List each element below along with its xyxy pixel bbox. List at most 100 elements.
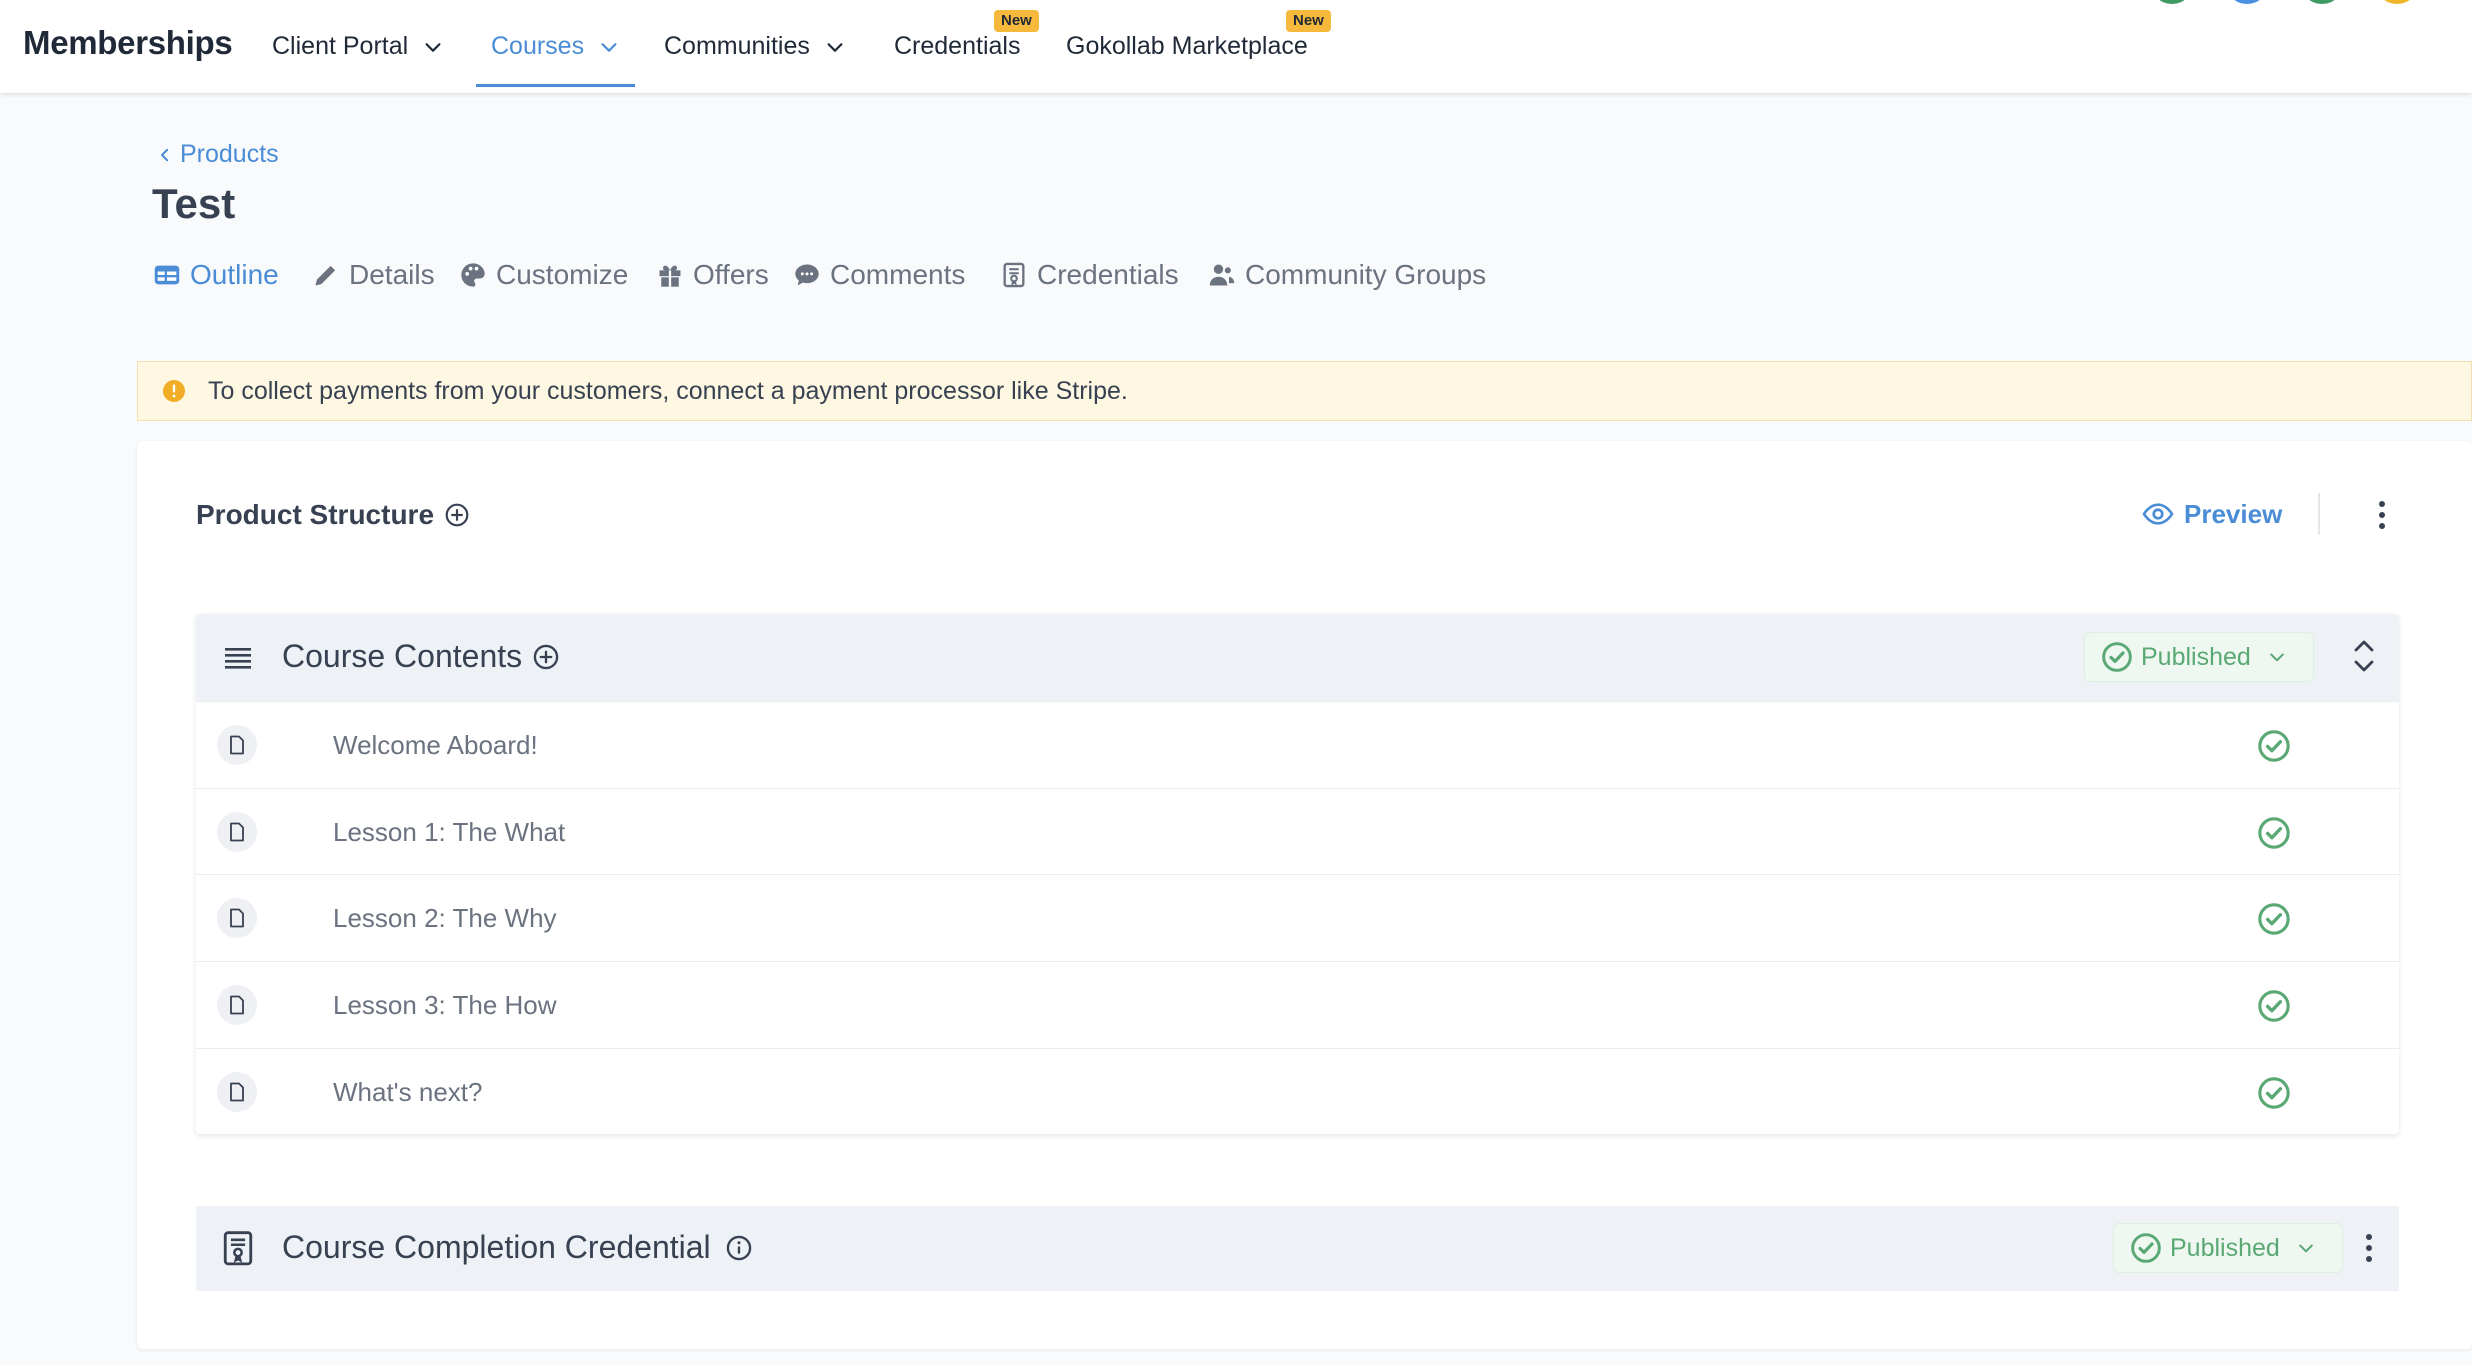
published-check-icon — [2258, 903, 2290, 935]
tab-details[interactable]: Details — [312, 255, 435, 295]
avatar[interactable] — [2225, 0, 2269, 4]
table-icon — [154, 265, 180, 285]
chevron-down-icon — [2269, 653, 2284, 662]
tab-customize[interactable]: Customize — [459, 255, 628, 295]
document-icon — [217, 812, 257, 852]
divider — [2318, 493, 2320, 535]
preview-label: Preview — [2184, 498, 2283, 529]
users-icon — [1209, 264, 1235, 286]
course-contents-header: Course Contents Published — [196, 614, 2399, 701]
status-label: Published — [2170, 1233, 2280, 1262]
lesson-row[interactable]: Welcome Aboard! — [196, 701, 2399, 788]
status-label: Published — [2141, 642, 2251, 671]
tab-label: Outline — [190, 259, 279, 290]
check-circle-icon — [2102, 642, 2132, 672]
back-label: Products — [180, 140, 279, 168]
kebab-menu-icon — [2379, 501, 2385, 529]
avatar[interactable] — [2300, 0, 2344, 4]
chevron-down-icon — [425, 42, 441, 52]
document-icon — [217, 985, 257, 1025]
chevron-left-icon — [161, 148, 169, 161]
new-badge: New — [994, 10, 1039, 32]
document-icon — [217, 725, 257, 765]
lesson-row[interactable]: Lesson 3: The How — [196, 961, 2399, 1048]
tab-label: Details — [349, 259, 435, 290]
tab-label: Credentials — [1037, 259, 1179, 290]
lesson-row[interactable]: What's next? — [196, 1048, 2399, 1135]
back-to-products-link[interactable]: Products — [156, 140, 279, 169]
warning-icon — [163, 380, 185, 402]
tab-label: Community Groups — [1245, 259, 1487, 290]
certificate-icon — [223, 1231, 253, 1266]
published-check-icon — [2258, 1077, 2290, 1109]
course-completion-credential-section: Course Completion Credential Published — [196, 1206, 2399, 1291]
eye-icon — [2142, 503, 2174, 525]
gift-icon — [659, 265, 681, 287]
nav-label: Communities — [664, 32, 810, 60]
check-circle-icon — [2131, 1233, 2161, 1263]
lesson-title: Welcome Aboard! — [333, 730, 538, 760]
chevron-down-icon — [827, 42, 843, 52]
add-circle-icon[interactable] — [444, 502, 470, 528]
add-circle-icon[interactable] — [532, 643, 560, 671]
nav-courses[interactable]: Courses — [475, 0, 636, 93]
credential-more-options-button[interactable] — [2357, 1228, 2381, 1268]
avatar[interactable] — [2150, 0, 2194, 4]
chevron-down-icon — [601, 42, 617, 52]
course-contents-heading: Course Contents — [282, 638, 560, 675]
lesson-row[interactable]: Lesson 1: The What — [196, 788, 2399, 875]
expand-collapse-icon[interactable] — [2349, 634, 2379, 678]
published-check-icon — [2258, 990, 2290, 1022]
certificate-icon — [1003, 262, 1025, 288]
nav-label: Client Portal — [272, 32, 409, 60]
info-icon[interactable] — [725, 1234, 753, 1262]
new-badge: New — [1286, 10, 1331, 32]
nav-communities[interactable]: Communities — [664, 0, 846, 93]
lesson-title: Lesson 3: The How — [333, 990, 557, 1020]
course-contents-status-dropdown[interactable]: Published — [2084, 632, 2314, 682]
tab-offers[interactable]: Offers — [656, 255, 769, 295]
more-options-button[interactable] — [2370, 495, 2394, 535]
alert-text: To collect payments from your customers,… — [208, 376, 1128, 405]
nav-gokollab-marketplace[interactable]: Gokollab Marketplace — [1066, 0, 1308, 93]
tab-label: Offers — [693, 259, 769, 290]
avatar[interactable] — [2375, 0, 2419, 4]
nav-label: Courses — [491, 32, 585, 60]
product-structure-card: Product Structure Preview Course Content… — [137, 441, 2472, 1349]
lesson-title: What's next? — [333, 1077, 483, 1107]
lesson-title: Lesson 1: The What — [333, 817, 566, 847]
chevron-down-icon — [2298, 1244, 2313, 1253]
brand-title: Memberships — [23, 24, 233, 61]
tab-label: Comments — [830, 259, 966, 290]
credential-title: Course Completion Credential — [282, 1229, 711, 1265]
tab-credentials[interactable]: Credentials — [1000, 255, 1179, 295]
credential-heading: Course Completion Credential — [282, 1229, 753, 1266]
tab-comments[interactable]: Comments — [793, 255, 965, 295]
tab-label: Customize — [496, 259, 629, 290]
tab-outline[interactable]: Outline — [153, 255, 279, 295]
palette-icon — [461, 263, 485, 287]
lesson-title: Lesson 2: The Why — [333, 903, 557, 933]
document-icon — [217, 1072, 257, 1112]
payment-processor-alert: To collect payments from your customers,… — [137, 361, 2472, 421]
course-contents-title: Course Contents — [282, 638, 523, 674]
nav-client-portal[interactable]: Client Portal — [272, 0, 444, 93]
tab-community-groups[interactable]: Community Groups — [1208, 255, 1486, 295]
kebab-menu-icon — [2366, 1234, 2372, 1262]
page-title: Test — [152, 180, 236, 227]
document-icon — [217, 898, 257, 938]
product-structure-heading: Product Structure — [196, 499, 470, 531]
pencil-icon — [315, 265, 336, 286]
nav-label: Gokollab Marketplace — [1066, 32, 1308, 60]
course-contents-section: Course Contents Published Welcome Aboard… — [196, 614, 2399, 1134]
published-check-icon — [2258, 817, 2290, 849]
chat-bubble-icon — [795, 264, 819, 286]
top-navigation-bar: Memberships Client Portal Courses Commun… — [0, 0, 2472, 93]
preview-button[interactable]: Preview — [2142, 498, 2282, 530]
nav-label: Credentials — [894, 32, 1021, 60]
credential-status-dropdown[interactable]: Published — [2113, 1223, 2343, 1273]
lesson-row[interactable]: Lesson 2: The Why — [196, 874, 2399, 961]
product-structure-title: Product Structure — [196, 499, 435, 530]
published-check-icon — [2258, 730, 2290, 762]
list-icon[interactable] — [223, 644, 253, 672]
